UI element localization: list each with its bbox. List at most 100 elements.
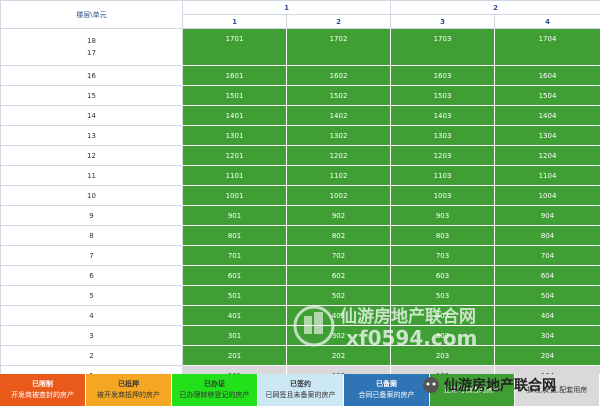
room-cell[interactable]: 1704 (494, 28, 600, 66)
room-cell[interactable]: 1702 (286, 28, 391, 66)
room-cell[interactable]: 402 (286, 305, 391, 326)
room-cell[interactable]: 703 (390, 245, 495, 266)
room-cell[interactable]: 403 (390, 305, 495, 326)
room-cell[interactable]: 1403 (390, 105, 495, 126)
room-cell[interactable]: 1603 (390, 65, 495, 86)
room-cell[interactable]: 1504 (494, 85, 600, 106)
room-cell[interactable]: 204 (494, 345, 600, 366)
room-cell[interactable]: 1701 (182, 28, 287, 66)
room-cell[interactable]: 202 (286, 345, 391, 366)
room-cell[interactable]: 804 (494, 225, 600, 246)
status-legend: 已限制 开发商被查封的房产 已抵押 被开发商抵押的房产 已办证 已办理转移登记的房产 已签约… (0, 374, 600, 406)
legend-desc: 合同已备案的房产 (358, 391, 415, 399)
room-cell[interactable]: 801 (182, 225, 287, 246)
floor-row: 10 1001 1002 1003 1004 (0, 185, 600, 206)
room-cell[interactable]: 1304 (494, 125, 600, 146)
legend-desc: 拆迁,安置,配套用房 (526, 385, 588, 394)
floor-row: 3 301 302 303 304 (0, 325, 600, 346)
room-cell[interactable]: 504 (494, 285, 600, 306)
room-cell[interactable]: 601 (182, 265, 287, 286)
room-cell[interactable]: 1404 (494, 105, 600, 126)
floor-label: 4 (0, 305, 183, 326)
floor-label: 5 (0, 285, 183, 306)
room-cell[interactable]: 203 (390, 345, 495, 366)
room-header-2: 2 (286, 14, 391, 29)
room-cell[interactable]: 902 (286, 205, 391, 226)
legend-desc: 被开发商抵押的房产 (97, 391, 160, 399)
room-cell[interactable]: 1303 (390, 125, 495, 146)
legend-title: 已签约 (290, 380, 311, 388)
unit-header-1: 1 (182, 0, 391, 15)
floor-label: 3 (0, 325, 183, 346)
room-cell[interactable]: 1204 (494, 145, 600, 166)
room-cell[interactable]: 1102 (286, 165, 391, 186)
room-cell[interactable]: 802 (286, 225, 391, 246)
legend-title: 已办证 (204, 380, 225, 388)
room-cell[interactable]: 603 (390, 265, 495, 286)
room-cell[interactable]: 1101 (182, 165, 287, 186)
floor-row: 11 1101 1102 1103 1104 (0, 165, 600, 186)
room-cell[interactable]: 1104 (494, 165, 600, 186)
room-cell[interactable]: 1602 (286, 65, 391, 86)
floor-row: 12 1201 1202 1203 1204 (0, 145, 600, 166)
room-cell[interactable]: 1001 (182, 185, 287, 206)
room-cell[interactable]: 1202 (286, 145, 391, 166)
room-cell[interactable]: 1003 (390, 185, 495, 206)
floor-label: 13 (0, 125, 183, 146)
floor-row: 2 201 202 203 204 (0, 345, 600, 366)
room-cell[interactable]: 201 (182, 345, 287, 366)
room-cell[interactable]: 1002 (286, 185, 391, 206)
legend-item: 已签约已网签且未备案的房产 (258, 374, 344, 406)
room-cell[interactable]: 302 (286, 325, 391, 346)
room-cell[interactable]: 1604 (494, 65, 600, 86)
room-cell[interactable]: 303 (390, 325, 495, 346)
room-cell[interactable]: 404 (494, 305, 600, 326)
room-cell[interactable]: 1502 (286, 85, 391, 106)
room-cell[interactable]: 604 (494, 265, 600, 286)
room-cell[interactable]: 602 (286, 265, 391, 286)
room-cell[interactable]: 503 (390, 285, 495, 306)
room-cell[interactable]: 1302 (286, 125, 391, 146)
floor-row: 18 17 1701 1702 1703 1704 (0, 28, 600, 66)
floor-number: 18 (87, 37, 96, 45)
room-cell[interactable]: 1203 (390, 145, 495, 166)
room-cell[interactable]: 1201 (182, 145, 287, 166)
room-cell[interactable]: 1401 (182, 105, 287, 126)
room-cell[interactable]: 502 (286, 285, 391, 306)
room-cell[interactable]: 1402 (286, 105, 391, 126)
room-header-3: 3 (390, 14, 495, 29)
floor-label: 18 17 (0, 28, 183, 66)
floor-row: 15 1501 1502 1503 1504 (0, 85, 600, 106)
floor-unit-header: 楼层\单元 (0, 0, 183, 29)
room-cell[interactable]: 301 (182, 325, 287, 346)
room-cell[interactable]: 1503 (390, 85, 495, 106)
floor-label: 6 (0, 265, 183, 286)
room-cell[interactable]: 1501 (182, 85, 287, 106)
floor-row: 7 701 702 703 704 (0, 245, 600, 266)
room-cell[interactable]: 904 (494, 205, 600, 226)
room-cell[interactable]: 1601 (182, 65, 287, 86)
room-cell[interactable]: 1004 (494, 185, 600, 206)
room-cell[interactable]: 304 (494, 325, 600, 346)
floor-label: 12 (0, 145, 183, 166)
sales-table: 楼层\单元 1 2 1 2 3 4 18 17 1701 1702 1703 1704 16… (0, 0, 600, 386)
room-cell[interactable]: 704 (494, 245, 600, 266)
room-cell[interactable]: 701 (182, 245, 287, 266)
floor-row: 9 901 902 903 904 (0, 205, 600, 226)
legend-desc: 开发商被查封的房产 (11, 391, 74, 399)
floor-row: 6 601 602 603 604 (0, 265, 600, 286)
legend-item: 已备案 合同已备案的房产 (344, 374, 430, 406)
legend-desc: 已网签且未备案的房产 (265, 391, 336, 399)
room-cell[interactable]: 903 (390, 205, 495, 226)
room-cell[interactable]: 401 (182, 305, 287, 326)
room-cell[interactable]: 501 (182, 285, 287, 306)
floor-label: 16 (0, 65, 183, 86)
room-cell[interactable]: 803 (390, 225, 495, 246)
floor-label: 9 (0, 205, 183, 226)
room-cell[interactable]: 1301 (182, 125, 287, 146)
legend-item: 已限制 开发商被查封的房产 (0, 374, 86, 406)
room-cell[interactable]: 1103 (390, 165, 495, 186)
room-cell[interactable]: 702 (286, 245, 391, 266)
room-cell[interactable]: 1703 (390, 28, 495, 66)
room-cell[interactable]: 901 (182, 205, 287, 226)
